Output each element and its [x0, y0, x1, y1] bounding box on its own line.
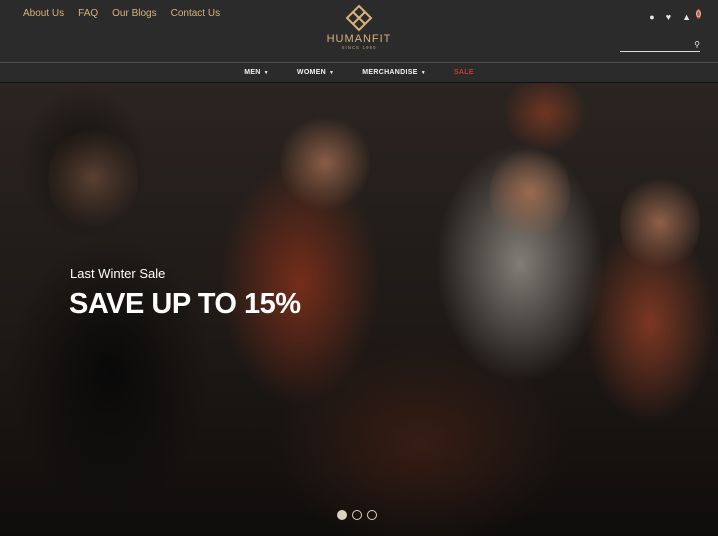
- logo-since: SINCE 1980: [341, 45, 377, 50]
- hero-photo-figure: [620, 173, 700, 273]
- chevron-down-icon: ▼: [420, 70, 426, 76]
- search-input[interactable]: [620, 45, 684, 56]
- our-blogs-link[interactable]: Our Blogs: [112, 8, 156, 19]
- main-nav: MEN ▼ WOMEN ▼ MERCHANDISE ▼ SALE: [0, 63, 718, 83]
- about-us-link[interactable]: About Us: [23, 8, 64, 19]
- nav-sale[interactable]: SALE: [454, 69, 474, 76]
- logo-name: HUMANFIT: [326, 33, 392, 45]
- header-top-bar: About Us FAQ Our Blogs Contact Us HUMANF…: [0, 0, 718, 62]
- slider-dot-3[interactable]: [367, 510, 377, 520]
- faq-link[interactable]: FAQ: [78, 8, 98, 19]
- hero-photo-figure: [48, 123, 138, 233]
- nav-merchandise-label: MERCHANDISE: [362, 69, 418, 76]
- hero-photo-figure: [490, 143, 570, 243]
- slider-dot-1[interactable]: [337, 510, 347, 520]
- search-icon[interactable]: ⚲: [694, 40, 700, 49]
- slider-dot-2[interactable]: [352, 510, 362, 520]
- hero-banner[interactable]: Last Winter Sale SAVE UP TO 15%: [0, 83, 718, 536]
- cart-icon[interactable]: ▲ 0: [682, 9, 701, 22]
- cart-count-badge: 0: [695, 9, 701, 19]
- nav-men[interactable]: MEN ▼: [244, 69, 269, 76]
- contact-us-link[interactable]: Contact Us: [171, 8, 220, 19]
- hero-subtitle: Last Winter Sale: [70, 266, 166, 281]
- nav-merchandise[interactable]: MERCHANDISE ▼: [362, 69, 426, 76]
- logo-emblem-icon: [345, 4, 373, 32]
- nav-women-label: WOMEN: [296, 69, 327, 76]
- top-links: About Us FAQ Our Blogs Contact Us: [23, 8, 220, 19]
- user-icon[interactable]: ●: [649, 12, 654, 22]
- chevron-down-icon: ▼: [263, 70, 269, 76]
- nav-women[interactable]: WOMEN ▼: [297, 69, 334, 76]
- nav-men-label: MEN: [244, 69, 261, 76]
- heart-icon[interactable]: ♥: [666, 12, 671, 22]
- slider-dots: [337, 510, 377, 520]
- hero-title: SAVE UP TO 15%: [69, 288, 301, 320]
- hero-photo-figure: [280, 113, 370, 213]
- humanfit-logo[interactable]: HUMANFIT SINCE 1980: [318, 4, 400, 56]
- header-icons: ● ♥ ▲ 0: [649, 9, 701, 22]
- chevron-down-icon: ▼: [329, 70, 335, 76]
- search-bar[interactable]: ⚲: [620, 40, 700, 56]
